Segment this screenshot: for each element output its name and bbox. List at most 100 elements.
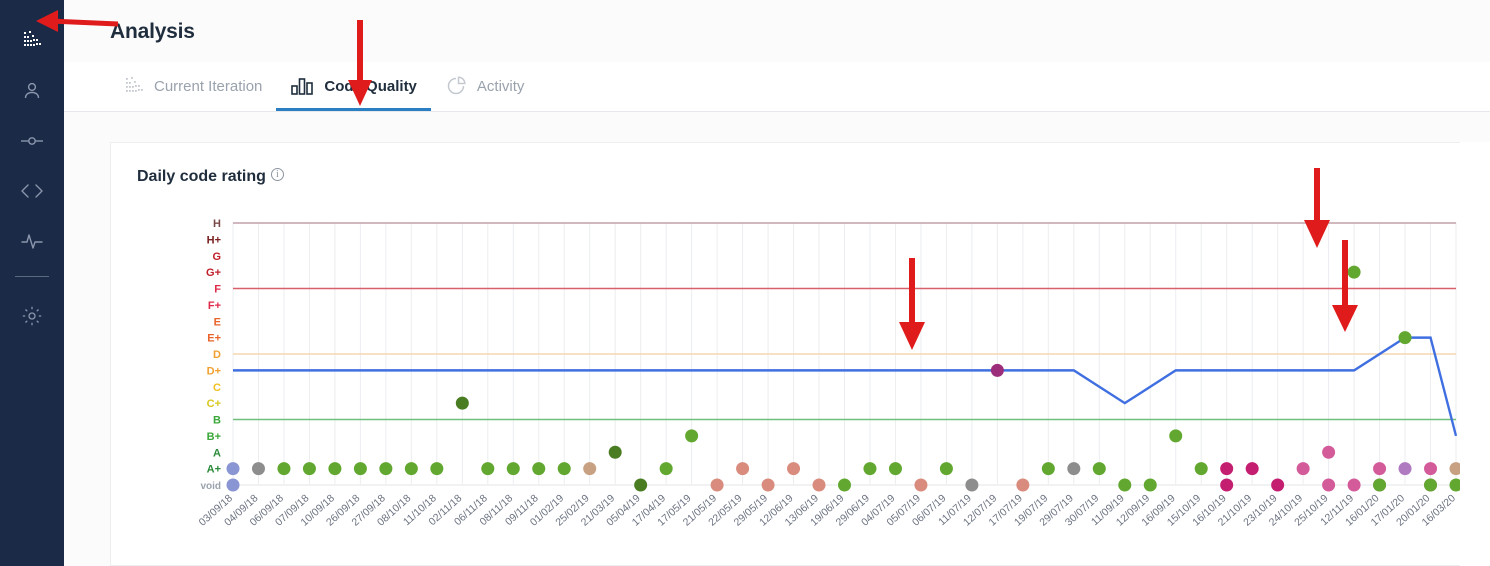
data-point[interactable] xyxy=(812,478,826,492)
data-point[interactable] xyxy=(990,363,1004,377)
y-axis-label: C xyxy=(213,382,221,394)
y-axis-label: E+ xyxy=(207,333,221,345)
y-axis-label: F xyxy=(214,284,221,296)
data-point[interactable] xyxy=(481,462,495,476)
data-point[interactable] xyxy=(251,462,265,476)
data-point[interactable] xyxy=(914,478,928,492)
data-point[interactable] xyxy=(302,462,316,476)
data-point[interactable] xyxy=(863,462,877,476)
tab-activity[interactable]: Activity xyxy=(431,61,539,111)
gear-icon xyxy=(21,305,43,327)
sidebar-item-commits[interactable] xyxy=(9,116,55,166)
data-point[interactable] xyxy=(1041,462,1055,476)
data-point[interactable] xyxy=(888,462,902,476)
data-point[interactable] xyxy=(1347,265,1361,279)
data-point[interactable] xyxy=(838,478,851,492)
sidebar-item-activity[interactable] xyxy=(9,216,55,266)
data-point[interactable] xyxy=(328,462,342,476)
data-point[interactable] xyxy=(685,429,699,443)
info-icon[interactable]: i xyxy=(270,168,284,181)
data-point[interactable] xyxy=(430,462,444,476)
y-axis-label: B xyxy=(213,415,221,427)
data-point[interactable] xyxy=(1118,478,1132,492)
data-point[interactable] xyxy=(1143,478,1157,492)
card-title-text: Daily code rating xyxy=(137,168,266,185)
sidebar-item-code[interactable] xyxy=(9,166,55,216)
y-axis-label: A xyxy=(213,447,221,459)
data-point[interactable] xyxy=(1424,462,1438,476)
data-point[interactable] xyxy=(634,478,648,492)
data-point[interactable] xyxy=(1322,445,1336,459)
sidebar-item-analysis[interactable] xyxy=(9,16,55,66)
data-point[interactable] xyxy=(1016,478,1030,492)
data-point[interactable] xyxy=(583,462,597,476)
data-point[interactable] xyxy=(557,462,571,476)
stats-panel: 12/ Number 88 Number E+ Total gra xyxy=(1460,142,1490,566)
tab-label: Current Iteration xyxy=(154,77,263,95)
y-axis-label: B+ xyxy=(207,431,221,443)
data-point[interactable] xyxy=(608,445,622,459)
y-axis-label: E xyxy=(214,316,221,328)
data-point[interactable] xyxy=(1220,462,1234,476)
data-point[interactable] xyxy=(226,478,240,492)
data-point[interactable] xyxy=(277,462,291,476)
pie-chart-icon xyxy=(445,75,467,97)
data-point[interactable] xyxy=(379,462,393,476)
data-point[interactable] xyxy=(1322,478,1336,492)
data-point[interactable] xyxy=(353,462,367,476)
data-point[interactable] xyxy=(939,462,953,476)
data-point[interactable] xyxy=(1373,462,1387,476)
data-point[interactable] xyxy=(1220,478,1234,492)
y-axis-label: D xyxy=(213,349,221,361)
card-header: Daily code rating i xyxy=(111,143,1490,186)
sidebar-divider xyxy=(15,276,49,277)
data-point[interactable] xyxy=(761,478,775,492)
sidebar xyxy=(0,0,64,566)
data-point[interactable] xyxy=(1296,462,1310,476)
data-point[interactable] xyxy=(1067,462,1081,476)
data-point[interactable] xyxy=(532,462,546,476)
data-point[interactable] xyxy=(226,462,240,476)
bar-dots-icon xyxy=(124,76,144,96)
data-point[interactable] xyxy=(455,396,469,410)
daily-code-rating-card: Daily code rating i void A+ A B+ B C+ C D+ D E+ E F… xyxy=(110,142,1490,566)
people-icon xyxy=(21,80,43,102)
data-point[interactable] xyxy=(965,478,979,492)
sidebar-item-people[interactable] xyxy=(9,66,55,116)
data-point[interactable] xyxy=(1194,462,1208,476)
data-point[interactable] xyxy=(1347,478,1361,492)
data-point[interactable] xyxy=(1398,462,1412,476)
y-axis-label: void xyxy=(200,481,221,492)
daily-code-rating-chart[interactable]: voidA+AB+BC+CD+DE+EF+FG+GH+H03/09/1804/0… xyxy=(111,203,1490,563)
data-point[interactable] xyxy=(736,462,750,476)
data-point[interactable] xyxy=(1271,478,1285,492)
data-point[interactable] xyxy=(1169,429,1183,443)
tab-label: Activity xyxy=(476,77,525,95)
tab-current-iteration[interactable]: Current Iteration xyxy=(110,61,276,111)
commits-icon xyxy=(20,130,44,152)
y-axis-label: G xyxy=(212,251,221,263)
y-axis-label: H xyxy=(213,218,221,230)
data-point[interactable] xyxy=(710,478,724,492)
data-point[interactable] xyxy=(659,462,673,476)
tab-label: Code Quality xyxy=(324,77,417,95)
bar-chart-icon xyxy=(290,75,314,97)
page-title: Analysis xyxy=(110,20,195,43)
data-point[interactable] xyxy=(787,462,801,476)
data-point[interactable] xyxy=(1398,331,1412,345)
data-point[interactable] xyxy=(1245,462,1259,476)
code-icon xyxy=(20,180,44,202)
tab-bar: Current Iteration Code Quality Activity xyxy=(64,62,1490,112)
activity-icon xyxy=(20,230,44,252)
data-point[interactable] xyxy=(506,462,520,476)
sidebar-item-settings[interactable] xyxy=(9,291,55,341)
data-point[interactable] xyxy=(1092,462,1106,476)
data-point[interactable] xyxy=(1424,478,1438,492)
y-axis-label: F+ xyxy=(208,300,221,312)
y-axis-label: C+ xyxy=(207,398,221,410)
tab-code-quality[interactable]: Code Quality xyxy=(276,61,431,111)
data-point[interactable] xyxy=(1373,478,1387,492)
y-axis-label: A+ xyxy=(207,464,221,476)
data-point[interactable] xyxy=(404,462,418,476)
chart-container: void A+ A B+ B C+ C D+ D E+ E F+ F G+ G H+ H 03/09/18 04/0… xyxy=(111,203,1490,563)
